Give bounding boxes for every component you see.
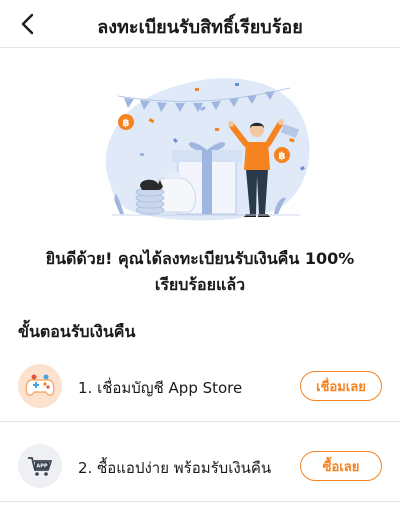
page-title: ลงทะเบียนรับสิทธิ์เรียบร้อย	[97, 17, 303, 38]
success-message-line2: เรียบร้อยแล้ว	[154, 275, 246, 294]
step-1-label: 1. เชื่อมบัญชี App Store	[78, 379, 243, 397]
step-link-app-store: 1. เชื่อมบัญชี App Store เชื่อมเลย	[0, 352, 400, 422]
step-2-label: 2. ซื้อแอปง่าย พร้อมรับเงินคืน	[78, 459, 272, 477]
svg-text:฿: ฿	[123, 118, 130, 129]
game-controller-icon	[18, 364, 62, 408]
app-cart-icon: APP	[18, 444, 62, 488]
top-bar: ลงทะเบียนรับสิทธิ์เรียบร้อย	[0, 0, 400, 48]
step-buy-app: APP 2. ซื้อแอปง่าย พร้อมรับเงินคืน ซื้อเ…	[0, 432, 400, 502]
steps-section-title: ขั้นตอนรับเงินคืน	[18, 322, 136, 341]
svg-text:APP: APP	[36, 464, 48, 470]
success-message-line1: ยินดีด้วย! คุณได้ลงทะเบียนรับเงินคืน 100…	[45, 249, 355, 268]
buy-now-button[interactable]: ซื้อเลย	[300, 451, 382, 481]
svg-text:฿: ฿	[279, 151, 286, 162]
link-now-button[interactable]: เชื่อมเลย	[300, 371, 382, 401]
celebration-illustration: ฿ ฿	[0, 58, 400, 228]
success-message: ยินดีด้วย! คุณได้ลงทะเบียนรับเงินคืน 100…	[20, 246, 380, 298]
